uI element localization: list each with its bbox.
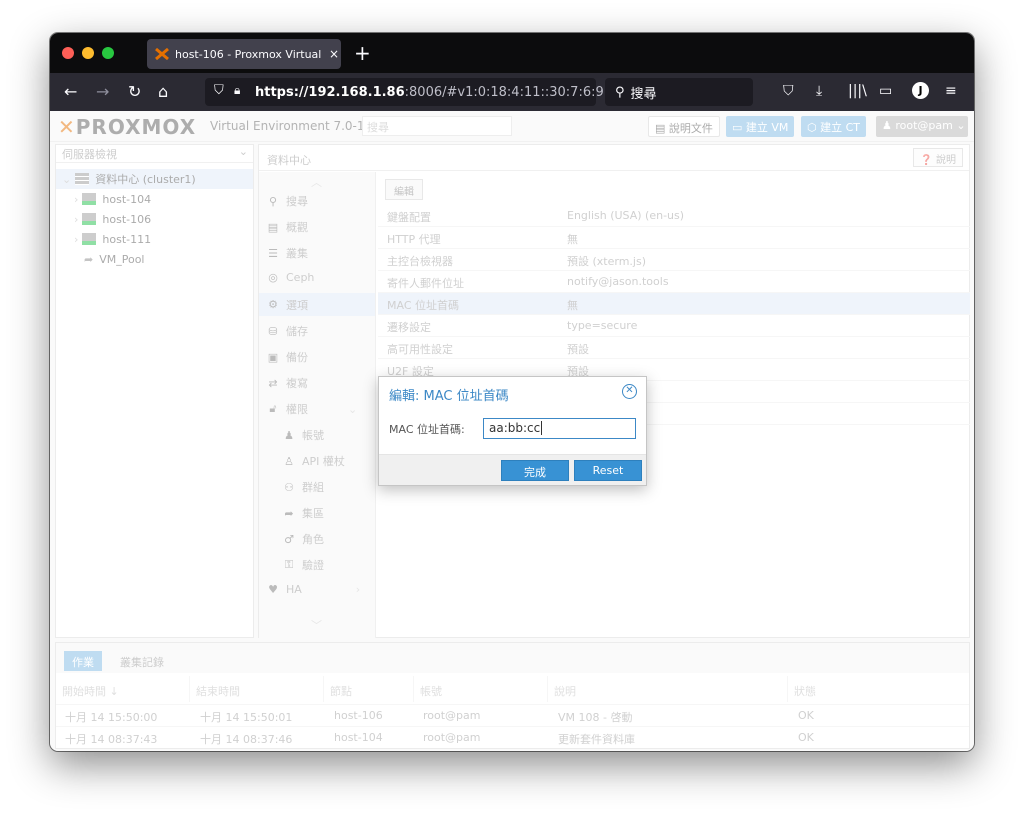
library-icon[interactable]: |||\ — [848, 83, 867, 99]
lock-icon[interactable]: 🔒︎ — [234, 83, 240, 98]
url-bar[interactable]: ⛉ 🔒︎ https://192.168.1.86:8006/#v1:0:18:… — [205, 78, 632, 106]
tab-title: host-106 - Proxmox Virtual Envi — [175, 47, 325, 61]
shield-icon[interactable]: ⛉ — [214, 83, 224, 98]
reset-button[interactable]: Reset — [574, 460, 642, 481]
zoom-window-button[interactable] — [102, 47, 114, 59]
back-icon[interactable]: ← — [64, 82, 77, 101]
reload-icon[interactable]: ↻ — [128, 82, 141, 101]
dialog-title: 編輯: MAC 位址首碼 — [389, 389, 509, 404]
sidebar-icon[interactable]: ▭ — [879, 83, 892, 99]
edit-mac-prefix-dialog: 編輯: MAC 位址首碼 ✕ MAC 位址首碼: aa:bb:cc 完成 Res… — [378, 376, 647, 486]
proxmox-favicon-icon — [155, 48, 169, 60]
close-icon[interactable]: ✕ — [622, 384, 637, 399]
new-tab-button[interactable]: + — [354, 41, 371, 65]
url-text[interactable]: https://192.168.1.86:8006/#v1:0:18:4:11:… — [255, 85, 604, 100]
mac-prefix-input[interactable]: aa:bb:cc — [483, 418, 636, 439]
search-icon: ⚲ — [615, 84, 625, 100]
menu-icon[interactable]: ≡ — [945, 83, 957, 99]
search-bar[interactable]: ⚲ 搜尋 — [605, 78, 753, 106]
home-icon[interactable]: ⌂ — [158, 82, 168, 101]
navigation-bar: ← → ↻ ⌂ ⛉ 🔒︎ https://192.168.1.86:8006/#… — [50, 73, 974, 111]
minimize-window-button[interactable] — [82, 47, 94, 59]
download-icon[interactable]: ⤓ — [816, 83, 822, 99]
tab-bar: host-106 - Proxmox Virtual Envi × + — [50, 33, 974, 73]
dialog-footer: 完成 Reset — [379, 454, 646, 485]
account-icon[interactable]: J — [912, 82, 929, 99]
browser-tab[interactable]: host-106 - Proxmox Virtual Envi × — [147, 39, 341, 69]
search-bar-label: 搜尋 — [630, 86, 657, 102]
ok-button[interactable]: 完成 — [501, 460, 569, 481]
tab-close-icon[interactable]: × — [329, 47, 339, 61]
dialog-title-bar: 編輯: MAC 位址首碼 ✕ — [379, 377, 646, 407]
close-window-button[interactable] — [62, 47, 74, 59]
dialog-body: MAC 位址首碼: aa:bb:cc — [379, 407, 646, 454]
mac-prefix-label: MAC 位址首碼: — [389, 423, 465, 436]
pocket-icon[interactable]: ⛉ — [783, 83, 794, 99]
forward-icon[interactable]: → — [96, 82, 109, 101]
browser-window: host-106 - Proxmox Virtual Envi × + ← → … — [50, 33, 974, 751]
